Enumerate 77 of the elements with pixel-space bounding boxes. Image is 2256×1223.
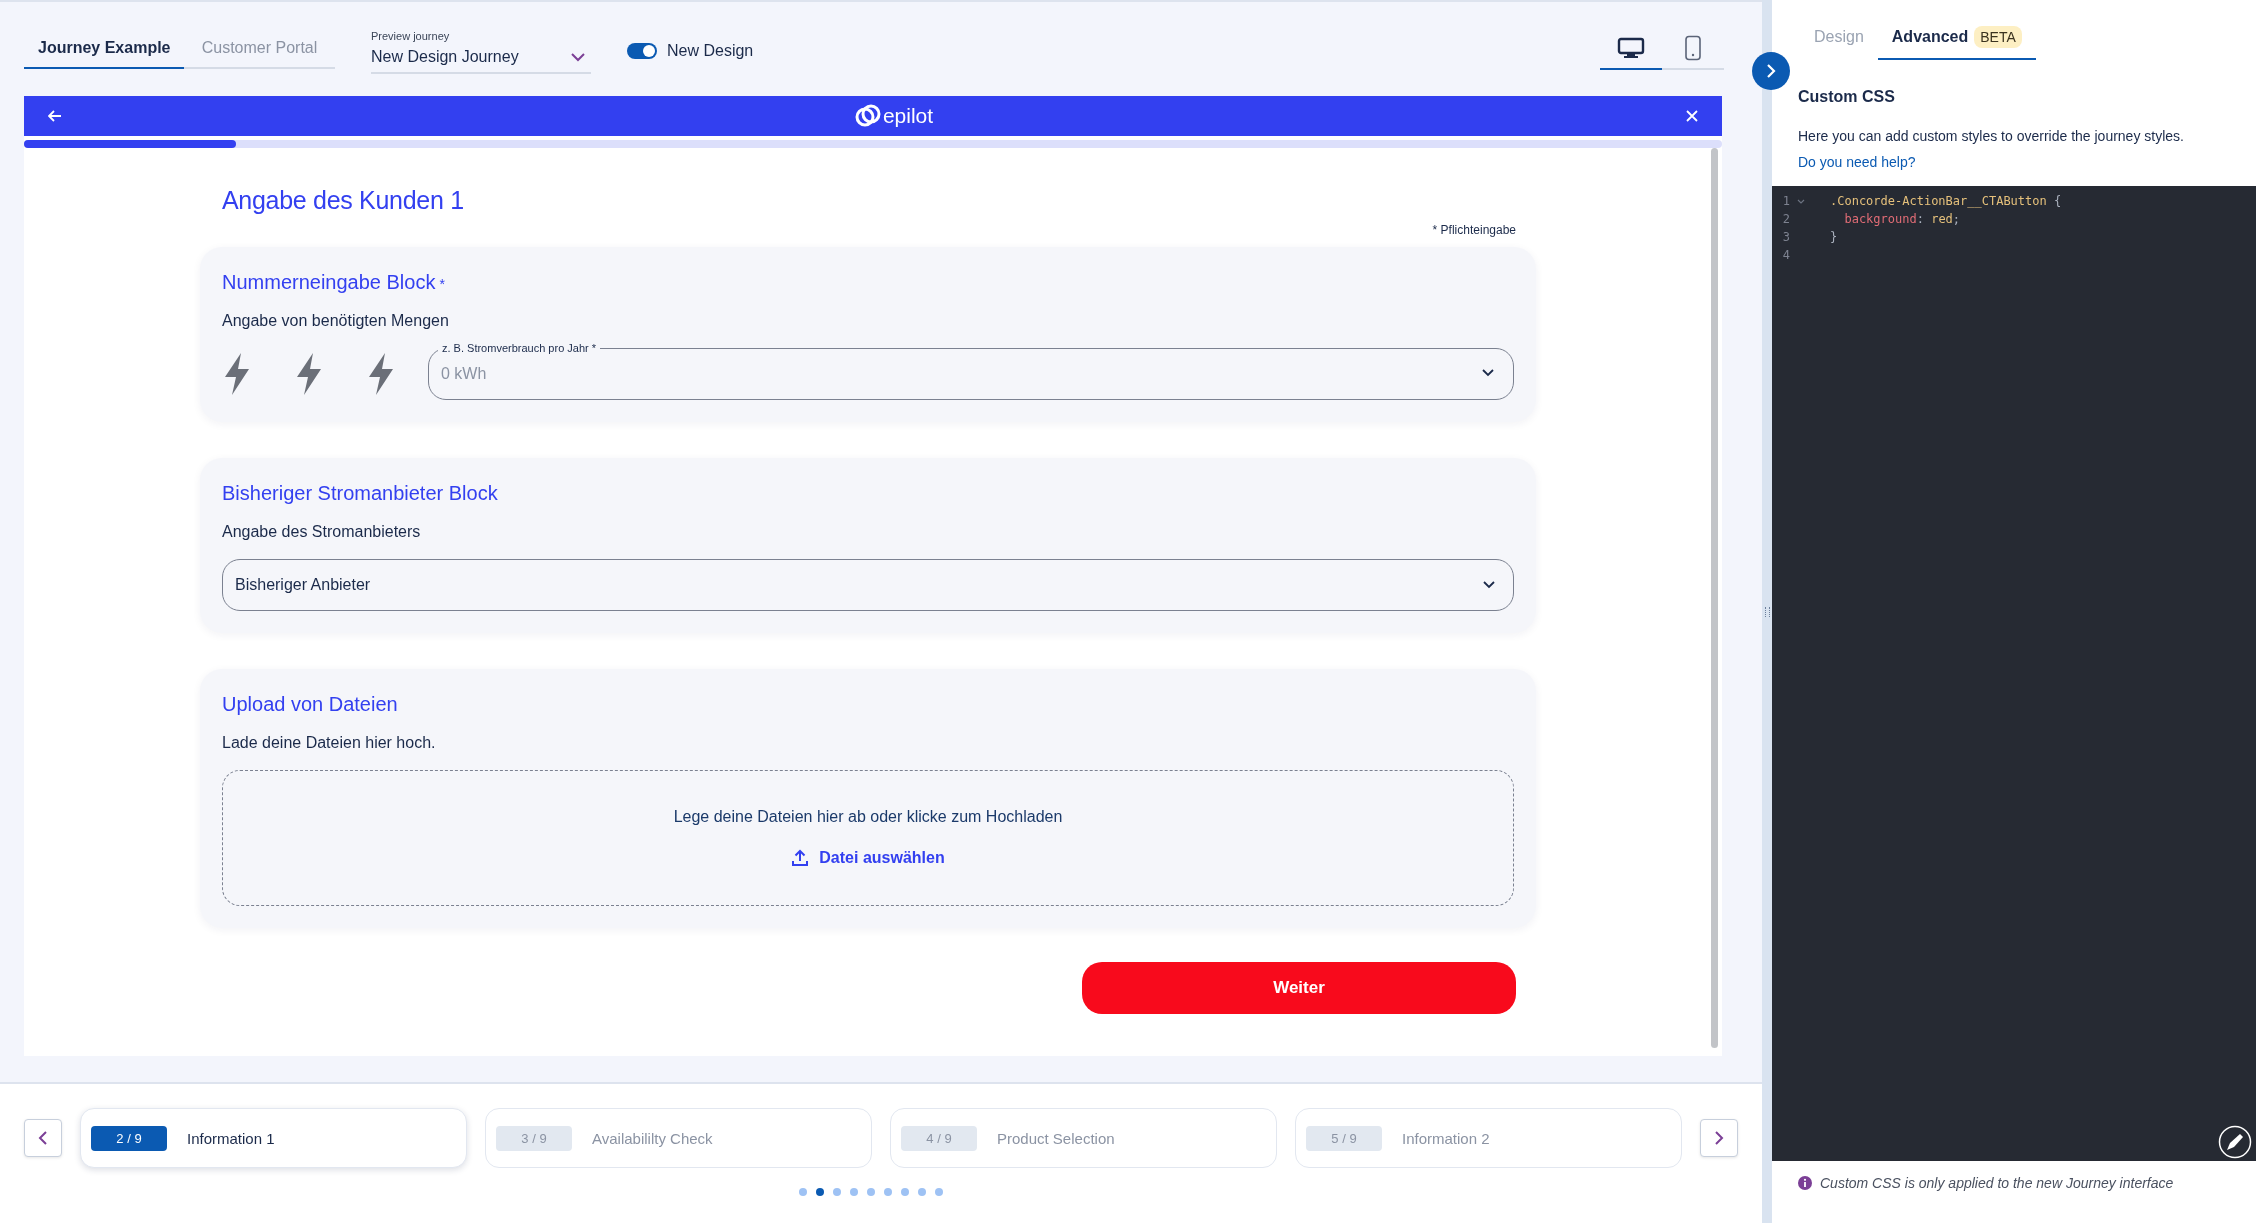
info-icon xyxy=(1798,1176,1812,1190)
scrollbar-thumb[interactable] xyxy=(1710,148,1718,1048)
chevron-down-icon xyxy=(571,52,585,62)
previous-step-button[interactable] xyxy=(24,1119,62,1157)
line-number: 1 xyxy=(1781,194,1790,208)
page-dot[interactable] xyxy=(799,1188,807,1196)
page-dot[interactable] xyxy=(833,1188,841,1196)
resize-handle[interactable] xyxy=(1764,606,1770,617)
step-badge: 2 / 9 xyxy=(91,1125,167,1151)
monitor-icon xyxy=(1617,37,1645,59)
block-title: Nummerneingabe Block xyxy=(222,271,436,294)
page-dot[interactable] xyxy=(816,1188,824,1196)
preview-label: Preview journey xyxy=(371,30,450,42)
phone-icon xyxy=(1684,35,1702,61)
code-editor[interactable]: 1 .Concorde-ActionBar__CTAButton { 2 background: red; 3 } 4 xyxy=(1772,186,2256,1161)
step-heading: Angabe des Kunden 1 xyxy=(222,186,465,215)
toggle-switch[interactable] xyxy=(627,43,657,59)
step-label: Information 1 xyxy=(187,1129,275,1147)
page-dot[interactable] xyxy=(867,1188,875,1196)
line-number: 2 xyxy=(1781,212,1790,226)
step-badge: 3 / 9 xyxy=(496,1125,572,1151)
provider-select[interactable]: Bisheriger Anbieter xyxy=(222,559,1514,611)
line-number: 3 xyxy=(1781,230,1790,244)
page-dot[interactable] xyxy=(850,1188,858,1196)
step-label: Product Selection xyxy=(997,1129,1115,1147)
collapse-panel-button[interactable] xyxy=(1752,52,1790,90)
block-title: Bisheriger Stromanbieter Block xyxy=(222,482,498,505)
step-label: Availabililty Check xyxy=(592,1129,713,1147)
drop-text: Lege deine Dateien hier ab oder klicke zum Hochladen xyxy=(673,808,1063,826)
help-link[interactable]: Do you need help? xyxy=(1798,154,1916,170)
required-mark: * xyxy=(439,276,445,292)
block-subtitle: Lade deine Dateien hier hoch. xyxy=(222,734,437,752)
next-step-button[interactable] xyxy=(1700,1119,1738,1157)
chevron-down-icon xyxy=(1482,369,1494,377)
step-label: Information 2 xyxy=(1402,1129,1490,1147)
preview-value: New Design Journey xyxy=(371,48,519,66)
panel-title: Custom CSS xyxy=(1798,88,1895,106)
chevron-down-icon xyxy=(1483,581,1495,589)
page-dot[interactable] xyxy=(901,1188,909,1196)
logo-text: epilot xyxy=(882,104,934,128)
select-value: Bisheriger Anbieter xyxy=(235,576,371,594)
info-note: Custom CSS is only applied to the new Journey interface xyxy=(1820,1175,2174,1191)
page-dot[interactable] xyxy=(884,1188,892,1196)
lightning-icon[interactable] xyxy=(366,352,396,396)
block-subtitle: Angabe von benötigten Mengen xyxy=(222,312,450,330)
close-icon[interactable] xyxy=(1686,110,1698,122)
pen-icon[interactable] xyxy=(2218,1125,2252,1159)
code-line: .Concorde-ActionBar__CTAButton { xyxy=(1830,194,2062,208)
step-card[interactable]: 2 / 9 Information 1 xyxy=(80,1108,467,1168)
page-dot[interactable] xyxy=(935,1188,943,1196)
upload-icon xyxy=(791,849,810,867)
code-line: } xyxy=(1830,230,1838,244)
lightning-icon[interactable] xyxy=(294,352,324,396)
toggle-label: New Design xyxy=(667,42,754,60)
chevron-right-icon xyxy=(1766,64,1776,78)
logo-icon xyxy=(854,103,881,129)
step-badge: 5 / 9 xyxy=(1306,1125,1382,1151)
next-button[interactable]: Weiter xyxy=(1082,962,1516,1014)
panel-tab[interactable]: Advanced BETA xyxy=(1877,20,2036,60)
choose-file-button[interactable]: Datei auswählen xyxy=(785,848,951,868)
page-dot[interactable] xyxy=(918,1188,926,1196)
chevron-left-icon xyxy=(38,1131,48,1145)
fold-icon[interactable] xyxy=(1797,198,1805,204)
back-arrow-icon[interactable] xyxy=(48,110,62,122)
file-drop-zone[interactable]: Lege deine Dateien hier ab oder klicke zum Hochladen Datei auswählen xyxy=(222,770,1514,906)
field-label: z. B. Stromverbrauch pro Jahr * xyxy=(438,341,601,355)
chevron-right-icon xyxy=(1714,1131,1724,1145)
code-line: background: red; xyxy=(1843,212,1961,226)
block-title: Upload von Dateien xyxy=(222,693,398,716)
block-subtitle: Angabe des Stromanbieters xyxy=(222,523,422,541)
step-badge: 4 / 9 xyxy=(901,1125,977,1151)
preview-journey-select[interactable]: Preview journey New Design Journey xyxy=(371,30,591,74)
panel-description: Here you can add custom styles to override the journey styles. xyxy=(1798,128,2184,144)
journey-tab[interactable]: Journey Example xyxy=(24,33,184,69)
line-number: 4 xyxy=(1781,248,1790,262)
required-note: * Pflichteingabe xyxy=(1432,223,1516,237)
lightning-icon[interactable] xyxy=(222,352,252,396)
